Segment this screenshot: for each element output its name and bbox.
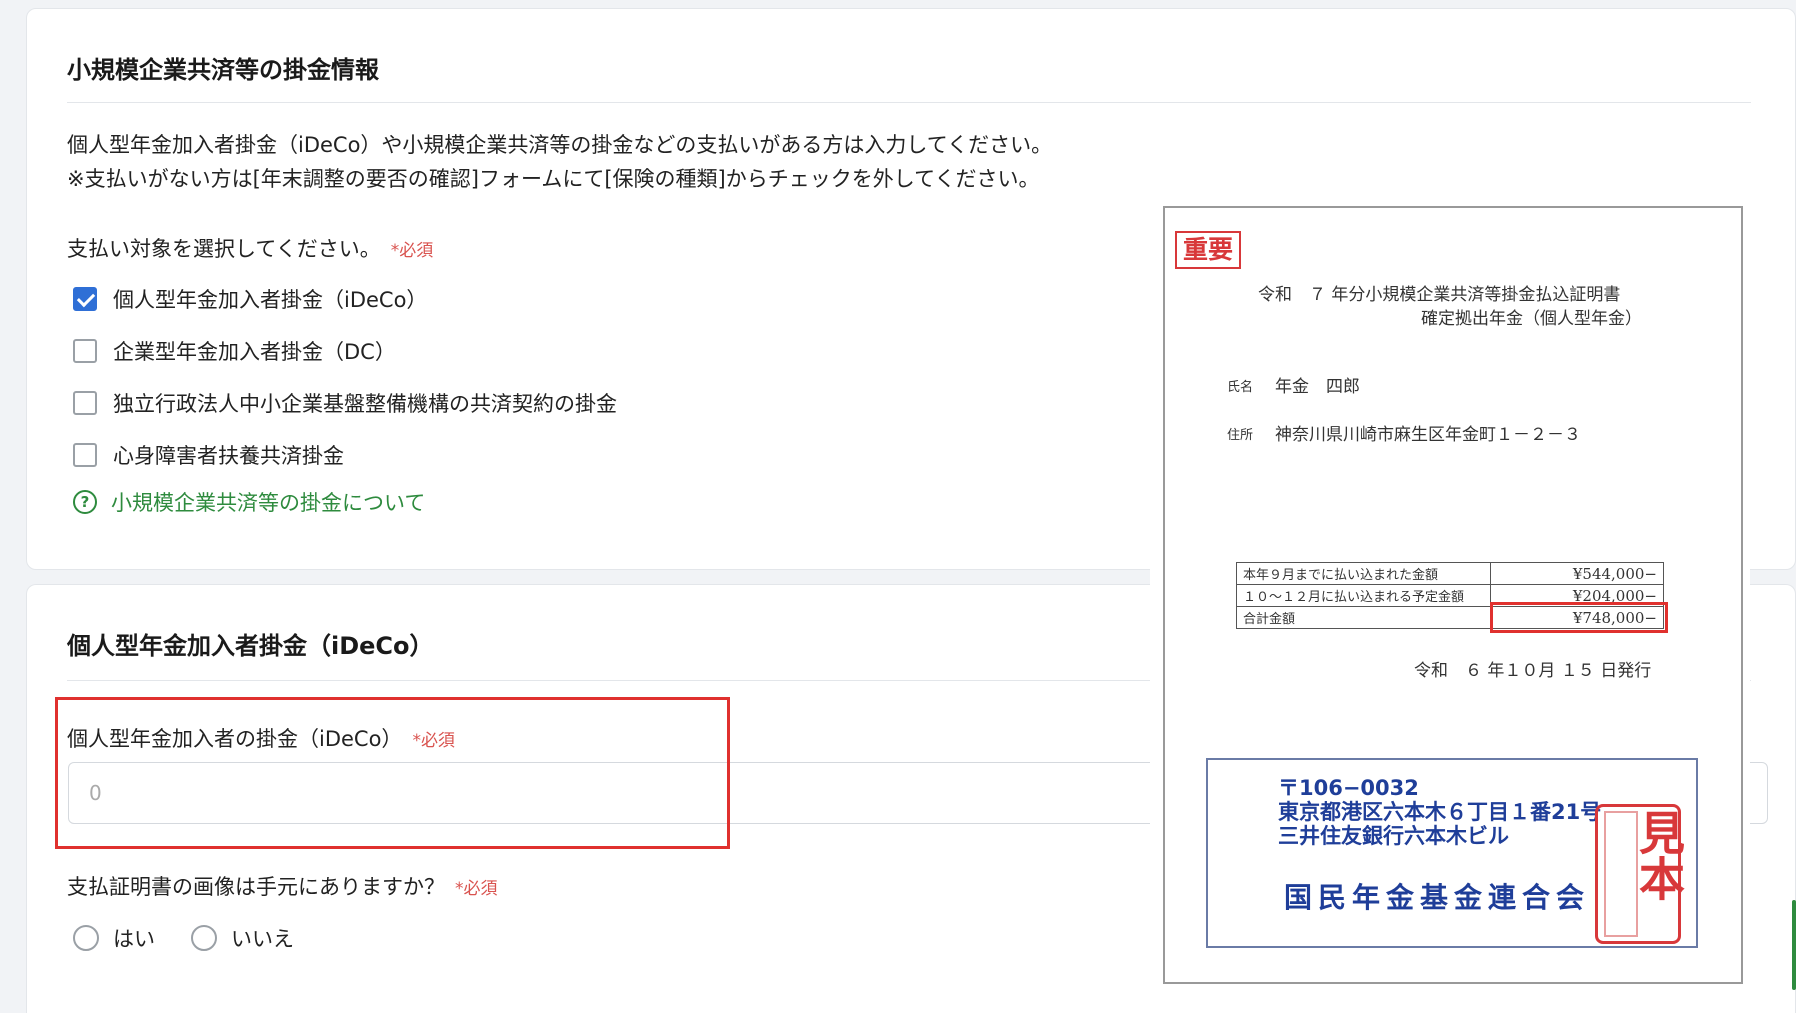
- radio-circle-icon[interactable]: [191, 925, 217, 951]
- row-label: 合計金額: [1236, 606, 1491, 629]
- checkbox-label: 企業型年金加入者掛金（DC）: [113, 340, 396, 364]
- issuer-organization: 国民年金基金連合会: [1284, 881, 1591, 914]
- help-link-text[interactable]: 小規模企業共済等の掛金について: [111, 487, 425, 517]
- total-highlight-box: [1490, 602, 1668, 633]
- issue-date: 令和 ６ 年１０月 １５ 日発行: [1414, 661, 1652, 681]
- required-mark: *必須: [455, 879, 498, 899]
- sample-stamp-text: 見本: [1632, 809, 1686, 901]
- select-target-label: 支払い対象を選択してください。 *必須: [67, 233, 433, 263]
- certificate-document-image: 重要 令和 ７ 年分小規模企業共済等掛金払込証明書 確定拠出年金（個人型年金） …: [1163, 206, 1743, 984]
- description-line-1: 個人型年金加入者掛金（iDeCo）や小規模企業共済等の掛金などの支払いがある方は…: [67, 133, 1053, 157]
- description-line-2: ※支払いがない方は[年末調整の要否の確認]フォームにて[保険の種類]からチェック…: [67, 167, 1040, 191]
- row-label: 本年９月までに払い込まれた金額: [1236, 562, 1491, 585]
- name-value: 年金 四郎: [1275, 377, 1360, 397]
- radio-no[interactable]: いいえ: [191, 923, 294, 953]
- checkbox-icon[interactable]: [73, 339, 97, 363]
- checkbox-label: 心身障害者扶養共済掛金: [113, 444, 344, 468]
- sample-seal: 見本: [1595, 804, 1686, 944]
- name-label: 氏名: [1227, 380, 1254, 395]
- section-title: 小規模企業共済等の掛金情報: [67, 56, 379, 84]
- question-circle-icon: ?: [73, 490, 97, 514]
- issuer-address-2: 三井住友銀行六本木ビル: [1278, 824, 1509, 848]
- image-question-label: 支払証明書の画像は手元にありますか？ *必須: [67, 871, 498, 901]
- image-question-text: 支払証明書の画像は手元にありますか？: [67, 875, 445, 899]
- checkbox-label: 独立行政法人中小企業基盤整備機構の共済契約の掛金: [113, 392, 617, 416]
- radio-label: いいえ: [231, 927, 294, 951]
- checkbox-label: 個人型年金加入者掛金（iDeCo）: [113, 288, 428, 312]
- checkbox-option-disability[interactable]: 心身障害者扶養共済掛金: [73, 440, 344, 470]
- scroll-edge-indicator: [1792, 900, 1796, 990]
- select-target-text: 支払い対象を選択してください。: [67, 237, 381, 261]
- checkbox-option-smrj[interactable]: 独立行政法人中小企業基盤整備機構の共済契約の掛金: [73, 388, 617, 418]
- section-title: 個人型年金加入者掛金（iDeCo）: [67, 632, 434, 660]
- radio-yes[interactable]: はい: [73, 923, 155, 953]
- checkbox-icon[interactable]: [73, 391, 97, 415]
- table-row: 本年９月までに払い込まれた金額 ¥544,000−: [1236, 562, 1664, 585]
- required-mark: *必須: [390, 241, 434, 261]
- field-highlight-box: [55, 697, 730, 849]
- checkbox-icon[interactable]: [73, 443, 97, 467]
- divider: [67, 102, 1751, 103]
- doc-title-line-2: 確定拠出年金（個人型年金）: [1421, 309, 1642, 329]
- help-link[interactable]: ? 小規模企業共済等の掛金について: [73, 487, 425, 517]
- address-value: 神奈川県川崎市麻生区年金町１－２－３: [1275, 425, 1581, 445]
- radio-circle-icon[interactable]: [73, 925, 99, 951]
- address-label: 住所: [1227, 428, 1254, 443]
- doc-title-line-1: 令和 ７ 年分小規模企業共済等掛金払込証明書: [1258, 285, 1621, 305]
- radio-label: はい: [113, 927, 155, 951]
- checkbox-checked-icon[interactable]: [73, 287, 97, 311]
- checkbox-option-ideco[interactable]: 個人型年金加入者掛金（iDeCo）: [73, 284, 427, 314]
- important-stamp: 重要: [1175, 231, 1242, 269]
- checkbox-option-dc[interactable]: 企業型年金加入者掛金（DC）: [73, 336, 396, 366]
- row-amount: ¥544,000−: [1490, 562, 1664, 585]
- row-label: １０～１２月に払い込まれる予定金額: [1236, 584, 1491, 607]
